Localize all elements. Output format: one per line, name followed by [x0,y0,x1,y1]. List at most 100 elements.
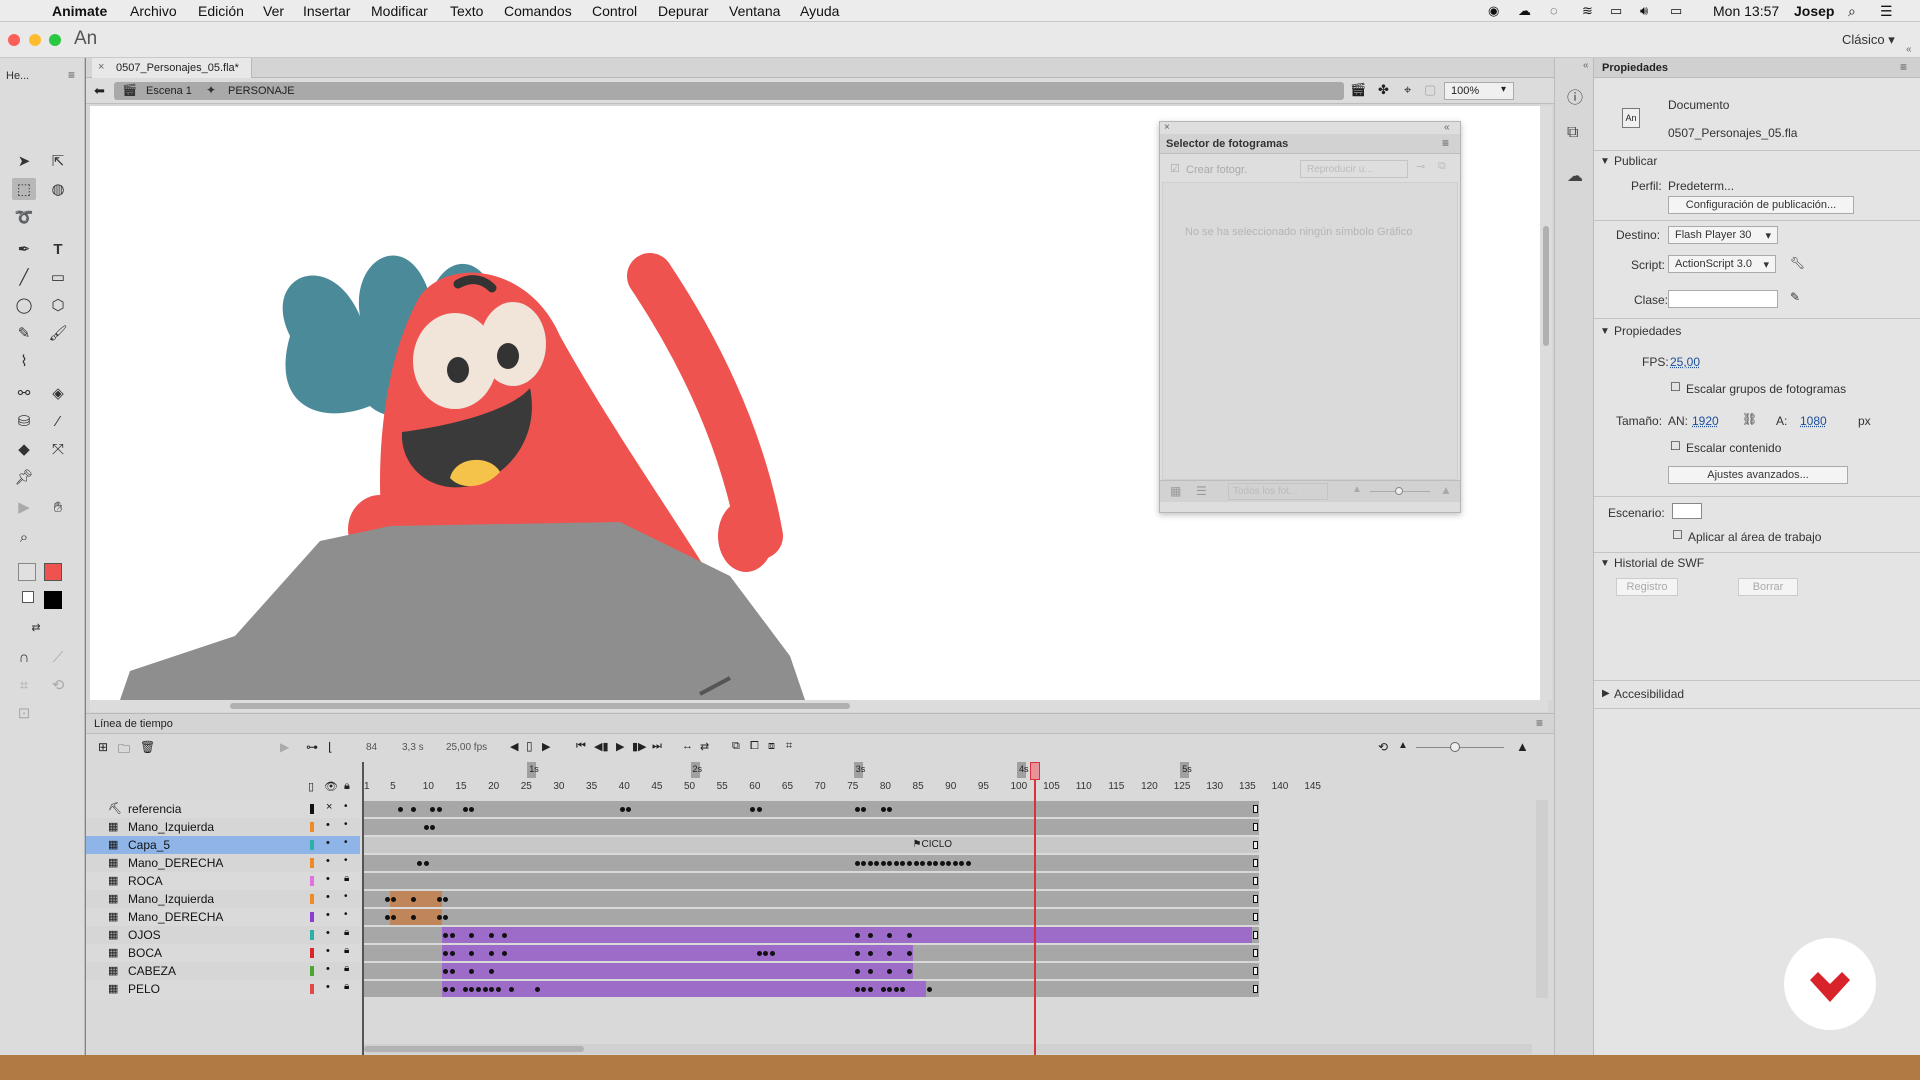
center-stage-icon[interactable]: ⌖ [1404,82,1411,98]
step-forward-icon[interactable]: ▮▶ [632,740,647,753]
new-folder-icon[interactable]: 🗀 [118,740,130,761]
keyframe-dot[interactable] [867,969,873,974]
smooth-icon[interactable]: ⟋ [46,646,70,668]
keyframe-dot[interactable] [756,807,762,812]
keyframe-dot[interactable] [449,933,455,938]
keyframe-dot[interactable] [867,861,873,866]
eyedropper-tool-icon[interactable]: ⁄ [46,410,70,432]
record-icon[interactable]: ◉ [1488,3,1499,19]
layer-visibility-toggle[interactable]: • [326,945,330,957]
menu-control[interactable]: Control [592,3,637,19]
keyframe-dot[interactable] [476,987,481,992]
zoom-out-icon[interactable]: ▲ [1398,740,1408,751]
keyframe-dot[interactable] [508,987,514,992]
camera-icon[interactable]: ▶ [280,740,289,754]
layer-row[interactable]: ▦ Mano_Izquierda • • [86,818,360,836]
keyframe-dot[interactable] [880,861,886,866]
end-frame-marker[interactable] [1252,841,1258,849]
3d-rotation-tool-icon[interactable]: ◍ [46,178,70,200]
back-icon[interactable]: ⬅ [94,83,105,99]
info-icon[interactable]: ⓘ [1567,84,1583,108]
step-back-icon[interactable]: ◀▮ [594,740,609,753]
thumbnail-slider-knob[interactable] [1395,487,1403,495]
keyframe-dot[interactable] [920,861,926,866]
end-frame-marker[interactable] [1252,967,1258,975]
collapsed-triangle-icon[interactable]: ▶ [1602,688,1610,699]
undo-icon[interactable]: ⟲ [1378,740,1388,754]
scene-crumb[interactable]: Escena 1 [146,85,192,97]
keyframe-dot[interactable] [906,951,912,956]
layer-frames[interactable] [364,873,1259,889]
delete-layer-icon[interactable]: 🗑︎ [140,740,155,754]
layer-frames[interactable] [364,963,1259,979]
zoom-out-icon[interactable]: ▲ [1352,484,1362,495]
fill-color-swatch[interactable] [44,591,62,609]
keyframe-dot[interactable] [417,861,423,866]
playback-select[interactable]: Reproducir u... [1300,160,1408,178]
onion-skin-icon[interactable]: ⧉ [732,740,740,753]
go-first-icon[interactable]: ⏮ [576,740,586,753]
layer-row[interactable]: ▦ OJOS • 🔒︎ [86,926,360,944]
layer-lock-toggle[interactable]: 🔒︎ [344,927,349,938]
wifi-icon[interactable]: ≋ [1582,3,1593,19]
zoom-tool-icon[interactable]: ⌕ [12,526,36,548]
layer-color-swatch[interactable] [310,894,314,904]
menu-depurar[interactable]: Depurar [658,3,709,19]
layer-color-swatch[interactable] [310,984,314,994]
new-layer-icon[interactable]: ⊞ [98,740,108,754]
keyframe-dot[interactable] [423,825,429,830]
motion-tween-span[interactable] [442,981,926,997]
rectangle-tool-icon[interactable]: ▭ [46,266,70,288]
zoom-window-button[interactable] [49,34,61,46]
lock-all-icon[interactable]: 🔒︎ [344,780,350,793]
keyframe-dot[interactable] [867,987,873,992]
pen-tool-icon[interactable]: ✒ [12,238,36,260]
stroke-color-swatch[interactable] [44,563,62,581]
keyframe-dot[interactable] [397,807,403,812]
bone-tool-icon[interactable]: ⚯ [12,382,36,404]
keyframe-dot[interactable] [410,807,416,812]
panel-menu-icon[interactable]: ≡ [1900,60,1907,74]
playhead-handle[interactable] [1030,762,1040,780]
keyframe-dot[interactable] [436,915,442,920]
layer-row[interactable]: ⛏ referencia × • [86,800,360,818]
end-frame-marker[interactable] [1252,949,1258,957]
keyframe-dot[interactable] [430,825,436,830]
layer-visibility-toggle[interactable]: • [326,981,330,993]
layer-color-swatch[interactable] [310,840,314,850]
layer-lock-toggle[interactable]: • [344,801,348,812]
keyframe-dot[interactable] [449,951,455,956]
brush-tool-icon[interactable]: 🖌︎ [46,322,70,344]
polystar-tool-icon[interactable]: ⬡ [46,294,70,316]
layer-frames[interactable] [364,927,1259,943]
timeline-ruler[interactable]: 1 5 10 15 20 25 30 35 40 45 50 55 60 65 70 75 80 85 90 95 10… [364,762,1544,798]
layer-color-swatch[interactable] [310,858,314,868]
width-tool-icon[interactable]: ⤧ [46,438,70,460]
library-icon[interactable]: ⧉ [1567,124,1578,142]
keyframe-dot[interactable] [880,807,886,812]
keyframe-dot[interactable] [769,951,775,956]
keyframe-dot[interactable] [854,807,860,812]
end-frame-marker[interactable] [1252,913,1258,921]
paint-bucket-tool-icon[interactable]: ◈ [46,382,70,404]
end-frame-marker[interactable] [1252,805,1258,813]
show-all-icon[interactable]: 👁︎ [324,780,338,793]
motion-tween-span[interactable] [442,963,913,979]
motion-tween-span[interactable] [442,945,913,961]
elapsed-time[interactable]: 3,3 s [402,742,424,753]
keyframe-dot[interactable] [906,861,912,866]
keyframe-dot[interactable] [861,807,867,812]
keyframe-dot[interactable] [534,987,540,992]
layer-visibility-toggle[interactable]: • [326,927,330,939]
end-frame-marker[interactable] [1252,859,1258,867]
keyframe-dot[interactable] [436,897,442,902]
loop-icon[interactable]: ⊸ [1416,160,1425,173]
layer-row[interactable]: ▦ CABEZA • 🔒︎ [86,962,360,980]
publish-settings-button[interactable]: Configuración de publicación... [1668,196,1854,214]
keyframe-dot[interactable] [384,897,390,902]
layer-row[interactable]: ▦ Mano_Izquierda • • [86,890,360,908]
modify-markers-icon[interactable]: ⌗ [786,740,792,753]
vertical-scrollbar[interactable] [1540,106,1552,700]
minimize-window-button[interactable] [29,34,41,46]
keyframe-dot[interactable] [443,915,449,920]
